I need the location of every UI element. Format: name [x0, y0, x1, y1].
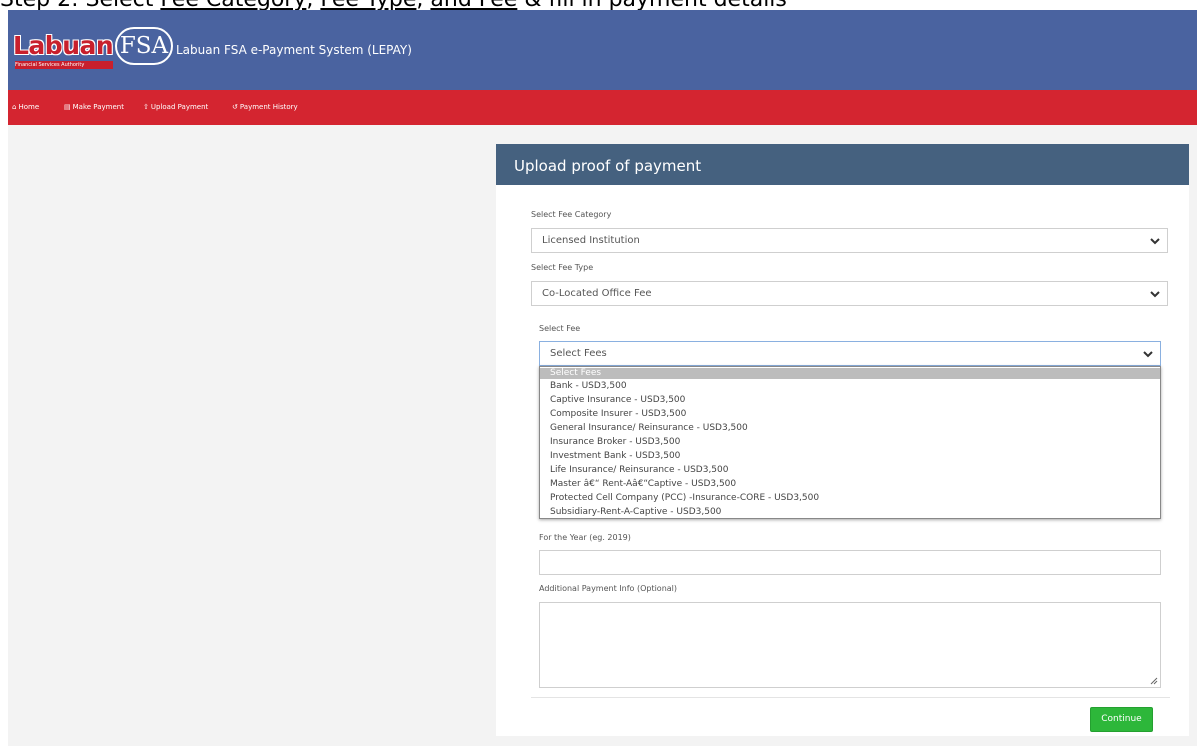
- card-icon: ▤: [64, 103, 71, 111]
- panel-title: Upload proof of payment: [514, 157, 702, 175]
- dropdown-option[interactable]: Subsidiary-Rent-A-Captive - USD3,500: [540, 507, 1160, 518]
- chevron-down-icon: [1150, 238, 1160, 245]
- home-icon: ⌂: [12, 103, 17, 111]
- fee-type-select[interactable]: Co-Located Office Fee: [531, 281, 1168, 306]
- nav-make-payment-label: Make Payment: [72, 103, 124, 111]
- nav-make-payment[interactable]: ▤ Make Payment: [64, 100, 124, 115]
- dropdown-option[interactable]: Protected Cell Company (PCC) -Insurance-…: [540, 493, 1160, 504]
- dropdown-option[interactable]: Bank - USD3,500: [540, 381, 1160, 392]
- year-label: For the Year (eg. 2019): [539, 533, 631, 542]
- year-input[interactable]: [539, 550, 1161, 575]
- nav-upload-payment[interactable]: ⇧ Upload Payment: [143, 100, 208, 115]
- fee-select[interactable]: Select Fees: [539, 341, 1161, 366]
- dropdown-option[interactable]: Life Insurance/ Reinsurance - USD3,500: [540, 465, 1160, 476]
- logo-word: Labuan: [13, 31, 114, 60]
- dropdown-option[interactable]: Composite Insurer - USD3,500: [540, 409, 1160, 420]
- labuan-fsa-logo[interactable]: Labuan FSA Financial Services Authority: [13, 26, 173, 74]
- dropdown-option[interactable]: Select Fees: [540, 368, 1160, 379]
- dropdown-option[interactable]: Investment Bank - USD3,500: [540, 451, 1160, 462]
- chevron-down-icon: [1143, 351, 1153, 358]
- nav-payment-history[interactable]: ↺ Payment History: [232, 100, 298, 115]
- logo-subtitle: Financial Services Authority: [15, 61, 113, 69]
- top-header: Labuan FSA Financial Services Authority …: [8, 10, 1197, 90]
- dropdown-option[interactable]: Master â€“ Rent-Aâ€“Captive - USD3,500: [540, 479, 1160, 490]
- fee-dropdown-list: Select Fees Bank - USD3,500 Captive Insu…: [539, 366, 1161, 519]
- fee-category-select[interactable]: Licensed Institution: [531, 228, 1168, 253]
- fee-category-value: Licensed Institution: [542, 235, 640, 246]
- fee-type-value: Co-Located Office Fee: [542, 288, 652, 299]
- fee-value: Select Fees: [550, 348, 607, 359]
- nav-payment-history-label: Payment History: [239, 103, 298, 111]
- dropdown-option[interactable]: Insurance Broker - USD3,500: [540, 437, 1160, 448]
- main-nav: ⌂ Home ▤ Make Payment ⇧ Upload Payment ↺ Pay…: [8, 90, 1197, 125]
- logo-badge: FSA: [115, 27, 173, 65]
- nav-upload-payment-label: Upload Payment: [150, 103, 209, 111]
- continue-button[interactable]: Continue: [1090, 707, 1153, 732]
- app-title: Labuan FSA e-Payment System (LEPAY): [176, 43, 412, 57]
- panel-header: Upload proof of payment: [496, 144, 1189, 185]
- resize-grip-icon[interactable]: [1150, 677, 1158, 685]
- upload-icon: ⇧: [143, 103, 149, 111]
- fee-type-label: Select Fee Type: [531, 263, 594, 272]
- fee-label: Select Fee: [539, 324, 581, 333]
- additional-info-textarea[interactable]: [539, 602, 1161, 688]
- chevron-down-icon: [1150, 291, 1160, 298]
- form-divider: [531, 697, 1170, 698]
- dropdown-option[interactable]: General Insurance/ Reinsurance - USD3,50…: [540, 423, 1160, 434]
- additional-info-label: Additional Payment Info (Optional): [539, 584, 678, 593]
- fee-category-label: Select Fee Category: [531, 210, 612, 219]
- history-icon: ↺: [232, 103, 238, 111]
- nav-home-label: Home: [18, 103, 40, 111]
- dropdown-option[interactable]: Captive Insurance - USD3,500: [540, 395, 1160, 406]
- nav-home[interactable]: ⌂ Home: [12, 100, 39, 115]
